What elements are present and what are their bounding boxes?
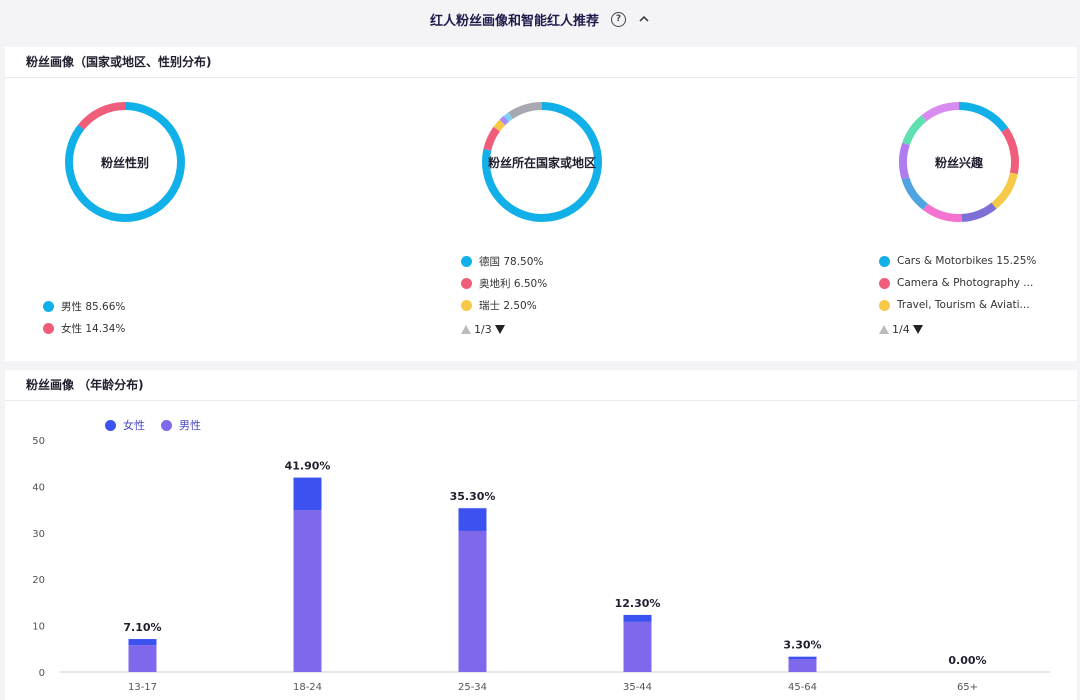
- interest-pager: 1/4: [879, 318, 1069, 340]
- age-bar-chart: 0 10 20 30 40 50 7.10% 13-17 41.90% 18-24 35.30% 25…: [32, 436, 1050, 693]
- country-donut-label: 粉丝所在国家或地区: [487, 155, 596, 170]
- legend-label: Camera & Photography ...: [897, 277, 1034, 289]
- legend-label: 男性 85.66%: [61, 300, 126, 313]
- y-tick-label: 50: [32, 436, 45, 447]
- country-legend: 德国 78.50% 奥地利 6.50% 瑞士 2.50% 1/3: [461, 250, 547, 340]
- section-header: 红人粉丝画像和智能红人推荐 ?: [0, 0, 1080, 38]
- page-indicator: 1/3: [474, 322, 492, 336]
- profile-card-title: 粉丝画像（国家或地区、性别分布): [5, 47, 1077, 78]
- bar-total-label: 41.90%: [285, 460, 331, 473]
- bar-segment: [293, 510, 322, 672]
- bar-segment: [458, 530, 487, 672]
- interest-legend: Cars & Motorbikes 15.25% Camera & Photog…: [879, 250, 1069, 340]
- interest-donut-label: 粉丝兴趣: [934, 155, 983, 170]
- bar-total-label: 7.10%: [123, 621, 161, 634]
- gender-legend: 男性 85.66% 女性 14.34%: [43, 295, 125, 339]
- legend-item-camera[interactable]: Camera & Photography ...: [879, 272, 1069, 294]
- bar-total-label: 12.30%: [615, 597, 661, 610]
- bar-total-label: 3.30%: [783, 639, 821, 652]
- x-tick-label: 18-24: [293, 682, 322, 693]
- legend-item-cars[interactable]: Cars & Motorbikes 15.25%: [879, 250, 1069, 272]
- legend-dot: [879, 255, 890, 267]
- help-icon[interactable]: ?: [611, 11, 626, 27]
- bar-segment: [128, 645, 157, 672]
- y-tick-label: 40: [32, 482, 45, 493]
- bar-segment: [788, 659, 817, 672]
- y-tick-label: 0: [39, 668, 45, 679]
- y-tick-label: 10: [32, 622, 45, 633]
- bar-segment: [293, 477, 322, 511]
- legend-item-travel[interactable]: Travel, Tourism & Aviati...: [879, 294, 1069, 316]
- legend-label: Travel, Tourism & Aviati...: [897, 299, 1030, 311]
- gender-donut-label: 粉丝性别: [100, 155, 149, 170]
- chevron-up-icon[interactable]: [638, 13, 650, 25]
- legend-label: 奥地利 6.50%: [479, 277, 548, 290]
- legend-dot: [879, 299, 890, 311]
- legend-item-female[interactable]: 女性 14.34%: [43, 317, 125, 339]
- age-card: 粉丝画像 （年龄分布) 女性 男性 0 10 20 30 40 50 7.10% 13-17 4…: [5, 370, 1077, 700]
- legend-dot: [43, 300, 54, 312]
- y-tick-label: 20: [32, 575, 45, 586]
- gender-donut: 粉丝性别: [60, 97, 190, 227]
- legend-label: 德国 78.50%: [479, 255, 544, 268]
- legend-dot: [461, 277, 472, 289]
- legend-label: Cars & Motorbikes 15.25%: [897, 255, 1037, 267]
- page-indicator: 1/4: [892, 322, 910, 336]
- section-title: 红人粉丝画像和智能红人推荐: [429, 13, 599, 29]
- legend-item-germany[interactable]: 德国 78.50%: [461, 250, 547, 272]
- x-tick-label: 35-44: [623, 682, 652, 693]
- legend-item-austria[interactable]: 奥地利 6.50%: [461, 272, 547, 294]
- legend-label: 女性 14.34%: [61, 322, 126, 335]
- bar-segment: [128, 639, 157, 646]
- bar-segment: [788, 656, 817, 660]
- interest-donut: 粉丝兴趣: [894, 97, 1024, 227]
- x-tick-label: 65+: [957, 682, 978, 693]
- next-page-icon[interactable]: [912, 324, 923, 334]
- legend-dot: [461, 255, 472, 267]
- prev-page-icon[interactable]: [461, 324, 471, 334]
- x-tick-label: 45-64: [788, 682, 817, 693]
- legend-label: 瑞士 2.50%: [479, 299, 537, 312]
- x-tick-label: 13-17: [128, 682, 157, 693]
- legend-dot: [43, 322, 54, 334]
- country-donut: 粉丝所在国家或地区: [477, 97, 607, 227]
- legend-item-switzerland[interactable]: 瑞士 2.50%: [461, 294, 547, 316]
- legend-dot: [461, 299, 472, 311]
- country-pager: 1/3: [461, 318, 547, 340]
- bar-segment: [623, 614, 652, 622]
- x-tick-label: 25-34: [458, 682, 487, 693]
- bar-segment: [458, 508, 487, 531]
- bar-total-label: 0.00%: [948, 654, 986, 667]
- y-tick-label: 30: [32, 529, 45, 540]
- legend-item-male[interactable]: 男性 85.66%: [43, 295, 125, 317]
- profile-card: 粉丝画像（国家或地区、性别分布) 粉丝性别 男性 85.66% 女性 14.34…: [5, 47, 1077, 361]
- legend-dot: [879, 277, 890, 289]
- bar-segment: [623, 621, 652, 672]
- prev-page-icon[interactable]: [879, 324, 889, 334]
- next-page-icon[interactable]: [494, 324, 505, 334]
- bar-total-label: 35.30%: [450, 490, 496, 503]
